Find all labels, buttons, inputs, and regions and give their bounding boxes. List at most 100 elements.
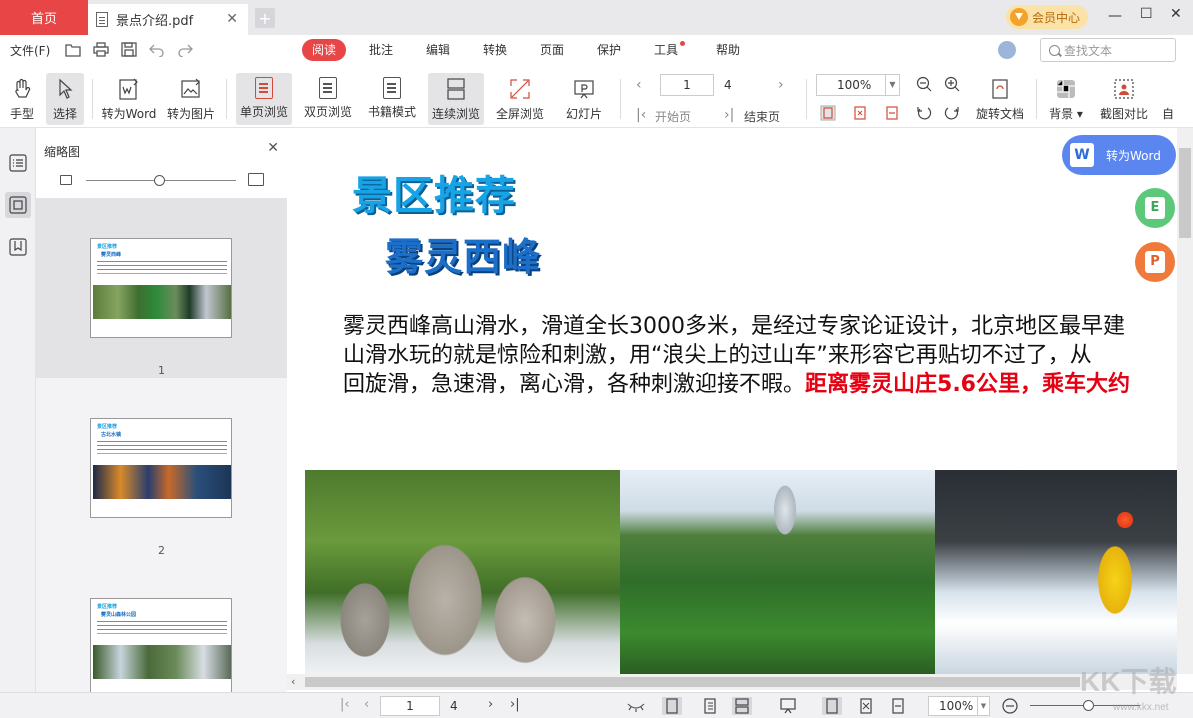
undo-icon[interactable]	[149, 42, 165, 57]
member-center-button[interactable]: 会员中心	[1006, 5, 1088, 29]
horizontal-scroll-thumb[interactable]	[305, 677, 1080, 687]
screenshot-compare-button[interactable]: 截图对比	[1096, 73, 1152, 125]
status-zoom-select[interactable]: 100% ▼	[928, 696, 990, 716]
floating-convert-to-word-button[interactable]: W 转为Word	[1062, 135, 1176, 175]
last-page-arrow[interactable]: ›|	[510, 697, 520, 712]
continuous-view-button[interactable]: 连续浏览	[428, 73, 484, 125]
vertical-scrollbar[interactable]	[1177, 128, 1193, 674]
last-page-button[interactable]: 结束页	[744, 108, 780, 125]
tab-document-label: 景点介绍.pdf	[116, 14, 194, 29]
convert-to-image-button[interactable]: 转为图片	[164, 73, 218, 125]
notification-dot	[680, 41, 685, 46]
minimize-button[interactable]: —	[1108, 8, 1122, 24]
eye-protect-icon[interactable]	[626, 697, 646, 715]
zoom-out-icon[interactable]	[1000, 697, 1020, 715]
print-icon[interactable]	[93, 42, 109, 57]
auto-button[interactable]: 自	[1162, 73, 1193, 125]
actual-size-icon[interactable]	[820, 105, 836, 121]
slideshow-mode-icon[interactable]	[778, 697, 798, 715]
slideshow-button[interactable]: 幻灯片	[560, 73, 608, 125]
cursor-arrow-icon	[59, 78, 73, 99]
thumbnail-page-number: 2	[158, 544, 165, 557]
search-placeholder: 查找文本	[1064, 43, 1113, 58]
tab-document[interactable]: 景点介绍.pdf ✕	[88, 4, 248, 35]
redo-icon[interactable]	[177, 42, 193, 57]
first-page-icon[interactable]: |‹	[636, 107, 646, 123]
scroll-left-arrow[interactable]: ‹	[291, 675, 295, 688]
save-icon[interactable]	[121, 42, 137, 57]
menu-tab-edit[interactable]: 编辑	[416, 39, 460, 61]
convert-to-excel-button[interactable]: E	[1135, 188, 1175, 228]
background-pattern-icon	[1057, 80, 1075, 98]
fullscreen-button[interactable]: 全屏浏览	[492, 73, 548, 125]
menu-tab-page[interactable]: 页面	[530, 39, 574, 61]
vertical-scroll-thumb[interactable]	[1179, 148, 1191, 238]
next-page-arrow[interactable]: ›	[488, 697, 493, 712]
menu-tab-convert[interactable]: 转换	[473, 39, 517, 61]
image-convert-icon	[181, 78, 200, 98]
toolbar: 手型 选择 转为Word 转为图片 单页浏览 双页浏览 书籍模式 连续浏览 全屏…	[0, 65, 1193, 128]
double-page-mode-icon[interactable]	[700, 697, 720, 715]
book-mode-button[interactable]: 书籍模式	[364, 73, 420, 125]
maximize-button[interactable]: ☐	[1140, 6, 1153, 22]
page-number-input[interactable]: 1	[660, 74, 714, 96]
fit-page-mode-icon[interactable]	[856, 697, 876, 715]
horizontal-scrollbar[interactable]: ‹	[287, 674, 1177, 690]
thumbnail-panel-button[interactable]	[5, 192, 31, 218]
bookmark-panel-button[interactable]	[5, 234, 31, 260]
menu-tab-help[interactable]: 帮助	[706, 39, 750, 61]
file-menu[interactable]: 文件(F)	[10, 42, 50, 59]
tab-home[interactable]: 首页	[0, 0, 88, 35]
document-view[interactable]: 景区推荐 雾灵西峰 雾灵西峰高山滑水，滑道全长3000多米，是经过专家论证设计，…	[287, 128, 1177, 674]
fit-page-icon[interactable]	[852, 105, 868, 121]
convert-to-word-button[interactable]: 转为Word	[100, 73, 158, 125]
select-tool-button[interactable]: 选择	[46, 73, 84, 125]
close-panel-icon[interactable]: ✕	[267, 140, 279, 156]
photo-mountain-peaks	[620, 470, 935, 674]
rotate-document-button[interactable]: 旋转文档	[972, 73, 1028, 125]
prev-page-arrow[interactable]: ‹	[636, 77, 642, 93]
zoom-in-icon[interactable]	[944, 76, 960, 92]
menu-tab-protect[interactable]: 保护	[587, 39, 631, 61]
background-button[interactable]: 背景 ▾	[1044, 73, 1088, 125]
search-input[interactable]: 查找文本	[1040, 38, 1176, 62]
first-page-button[interactable]: 开始页	[655, 108, 691, 125]
new-tab-button[interactable]: +	[255, 8, 275, 28]
close-tab-icon[interactable]: ✕	[226, 11, 238, 27]
zoom-slider-handle[interactable]	[1083, 700, 1094, 711]
slider-handle[interactable]	[154, 175, 165, 186]
next-page-arrow[interactable]: ›	[778, 77, 784, 93]
hand-icon	[15, 78, 31, 98]
menu-tab-annotate[interactable]: 批注	[359, 39, 403, 61]
first-page-arrow[interactable]: |‹	[340, 697, 350, 712]
cloud-sync-icon[interactable]	[998, 41, 1016, 59]
zoom-out-icon[interactable]	[916, 76, 932, 92]
paragraph-line: 雾灵西峰高山滑水，滑道全长3000多米，是经过专家论证设计，北京地区最早建	[343, 314, 1125, 339]
page-thumbnail-1[interactable]: 景区推荐 雾灵西峰	[90, 238, 232, 338]
fit-width-icon[interactable]	[884, 105, 900, 121]
status-page-input[interactable]: 1	[380, 696, 440, 716]
fit-width-mode-icon[interactable]	[888, 697, 908, 715]
single-page-mode-icon[interactable]	[662, 697, 682, 715]
double-page-view-button[interactable]: 双页浏览	[300, 73, 356, 125]
close-window-button[interactable]: ✕	[1170, 6, 1182, 22]
title-bar: 首页 景点介绍.pdf ✕ + 会员中心 — ☐ ✕	[0, 0, 1193, 35]
open-folder-icon[interactable]	[65, 42, 81, 57]
actual-size-mode-icon[interactable]	[822, 697, 842, 715]
convert-to-ppt-button[interactable]: P	[1135, 242, 1175, 282]
outline-panel-button[interactable]	[5, 150, 31, 176]
rotate-left-icon[interactable]	[916, 105, 932, 121]
diamond-icon	[1010, 8, 1028, 26]
prev-page-arrow[interactable]: ‹	[364, 697, 369, 712]
page-thumbnail-3[interactable]: 景区推荐 雾灵山森林公园	[90, 598, 232, 693]
hand-tool-button[interactable]: 手型	[4, 73, 40, 125]
select-tool-label: 选择	[52, 107, 77, 121]
last-page-icon[interactable]: ›|	[724, 107, 734, 123]
fullscreen-icon	[510, 79, 530, 99]
rotate-right-icon[interactable]	[944, 105, 960, 121]
single-page-view-button[interactable]: 单页浏览	[236, 73, 292, 125]
continuous-mode-icon[interactable]	[732, 697, 752, 715]
menu-tab-read[interactable]: 阅读	[302, 39, 347, 61]
zoom-select[interactable]: 100% ▼	[816, 74, 900, 96]
page-thumbnail-2[interactable]: 景区推荐 古北水镇	[90, 418, 232, 518]
